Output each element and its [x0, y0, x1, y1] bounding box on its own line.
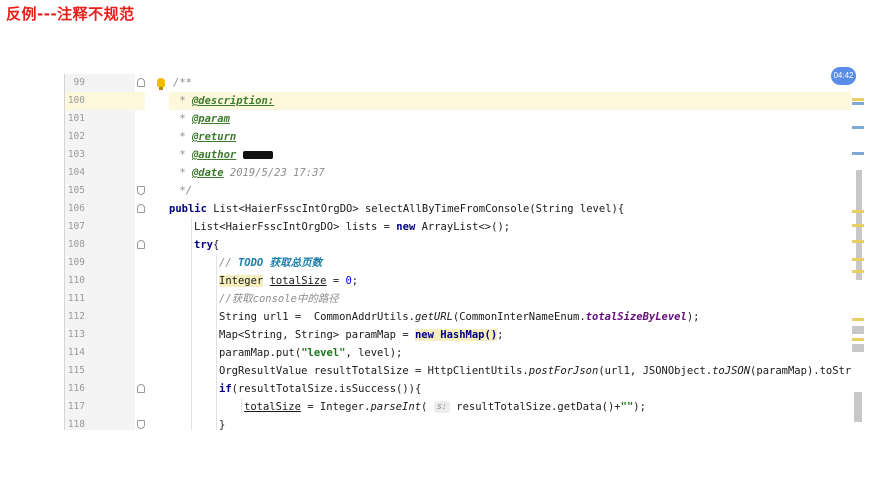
stripe-marker[interactable] — [852, 318, 864, 321]
code-line-116: if(resultTotalSize.isSuccess()){ — [219, 383, 422, 395]
fold-toggle-icon[interactable] — [137, 78, 145, 87]
line-number-row: 101 — [65, 110, 135, 128]
code-line-100: * @description: — [169, 92, 851, 110]
page-title: 反例---注释不规范 — [6, 5, 135, 23]
caret-row-highlight — [135, 92, 145, 110]
stripe-marker[interactable] — [852, 338, 864, 341]
line-number-row: 114 — [65, 344, 135, 362]
line-number: 118 — [67, 419, 85, 430]
line-number-row: 113 — [65, 326, 135, 344]
line-number: 107 — [67, 221, 85, 232]
stripe-marker[interactable] — [852, 270, 864, 273]
lightbulb-icon[interactable] — [157, 78, 165, 90]
code-editor[interactable]: 99 100 101 102 103 104 105 106 107 108 109 110 111 11… — [64, 74, 865, 430]
stripe-marker[interactable] — [852, 98, 864, 101]
stripe-marker[interactable] — [852, 102, 864, 105]
code-line-101: * @param — [173, 113, 230, 125]
stripe-marker[interactable] — [852, 240, 864, 243]
indent-guide — [216, 254, 217, 430]
line-number-row: 105 — [65, 182, 135, 200]
code-line-118: } — [219, 419, 226, 430]
redacted-author-mark — [242, 151, 273, 159]
fold-toggle-icon[interactable] — [137, 240, 145, 249]
line-number-row: 109 — [65, 254, 135, 272]
line-number: 100 — [67, 95, 85, 106]
code-area[interactable]: /** * @description: * @param * @return *… — [169, 74, 865, 430]
line-number: 111 — [67, 293, 85, 304]
fold-toggle-icon[interactable] — [137, 204, 145, 213]
code-line-99: /** — [173, 77, 192, 89]
line-number: 112 — [67, 311, 85, 322]
line-number-row: 106 — [65, 200, 135, 218]
line-number: 113 — [67, 329, 85, 340]
line-number-row: 107 — [65, 218, 135, 236]
line-number: 104 — [67, 167, 85, 178]
line-number-row: 110 — [65, 272, 135, 290]
error-stripe[interactable] — [851, 74, 865, 430]
fold-toggle-icon[interactable] — [137, 384, 145, 393]
line-number-row: 103 — [65, 146, 135, 164]
code-line-108: try{ — [194, 239, 220, 251]
line-number-row: 100 — [65, 92, 135, 110]
code-line-113: Map<String, String> paramMap = new HashM… — [219, 329, 504, 341]
line-number: 103 — [67, 149, 85, 160]
line-number: 110 — [67, 275, 85, 286]
line-number-row: 99 — [65, 74, 135, 92]
stripe-marker[interactable] — [852, 344, 864, 352]
line-number-row: 112 — [65, 308, 135, 326]
fold-toggle-icon[interactable] — [137, 186, 145, 195]
indent-guide — [241, 398, 242, 416]
code-line-106: public List<HaierFsscIntOrgDO> selectAll… — [169, 203, 625, 215]
line-number-row: 111 — [65, 290, 135, 308]
line-number-row: 115 — [65, 362, 135, 380]
line-number: 117 — [67, 401, 85, 412]
line-number: 99 — [73, 77, 85, 88]
stripe-marker[interactable] — [852, 126, 864, 129]
line-number-row: 116 — [65, 380, 135, 398]
line-number: 106 — [67, 203, 85, 214]
line-number: 114 — [67, 347, 85, 358]
code-line-105: */ — [179, 185, 192, 197]
line-number: 116 — [67, 383, 85, 394]
code-line-110: Integer totalSize = 0; — [219, 275, 359, 287]
code-line-107: List<HaierFsscIntOrgDO> lists = new Arra… — [194, 221, 511, 233]
line-number-row: 104 — [65, 164, 135, 182]
time-badge: 04:42 — [831, 67, 856, 85]
line-number-row: 118 — [65, 416, 135, 430]
line-number-row: 102 — [65, 128, 135, 146]
line-number: 102 — [67, 131, 85, 142]
line-number: 101 — [67, 113, 85, 124]
line-number: 105 — [67, 185, 85, 196]
indent-guide — [191, 218, 192, 430]
code-line-103: * @author — [169, 146, 851, 164]
code-line-102: * @return — [173, 131, 237, 143]
line-number: 115 — [67, 365, 85, 376]
code-line-117: totalSize = Integer.parseInt( s: resultT… — [244, 401, 646, 413]
fold-toggle-icon[interactable] — [137, 420, 145, 429]
stripe-marker[interactable] — [852, 326, 864, 334]
line-number: 109 — [67, 257, 85, 268]
fold-gutter — [135, 74, 169, 430]
code-line-111: //获取console中的路径 — [219, 293, 339, 305]
stripe-marker[interactable] — [852, 152, 864, 155]
stripe-marker[interactable] — [852, 224, 864, 227]
parameter-hint: s: — [433, 401, 450, 413]
line-number-row: 117 — [65, 398, 135, 416]
stripe-marker[interactable] — [852, 258, 864, 261]
line-number: 108 — [67, 239, 85, 250]
code-line-115: OrgResultValue resultTotalSize = HttpCli… — [219, 365, 865, 377]
line-number-gutter: 99 100 101 102 103 104 105 106 107 108 109 110 111 11… — [65, 74, 135, 430]
code-line-114: paramMap.put("level", level); — [219, 347, 403, 359]
code-line-109: // TODO 获取总页数 — [219, 257, 323, 269]
code-line-104: * @date 2019/5/23 17:37 — [173, 167, 325, 179]
line-number-row: 108 — [65, 236, 135, 254]
stripe-marker[interactable] — [852, 210, 864, 213]
stripe-marker[interactable] — [854, 392, 862, 422]
code-line-112: String url1 = CommonAddrUtils.getURL(Com… — [219, 311, 700, 323]
